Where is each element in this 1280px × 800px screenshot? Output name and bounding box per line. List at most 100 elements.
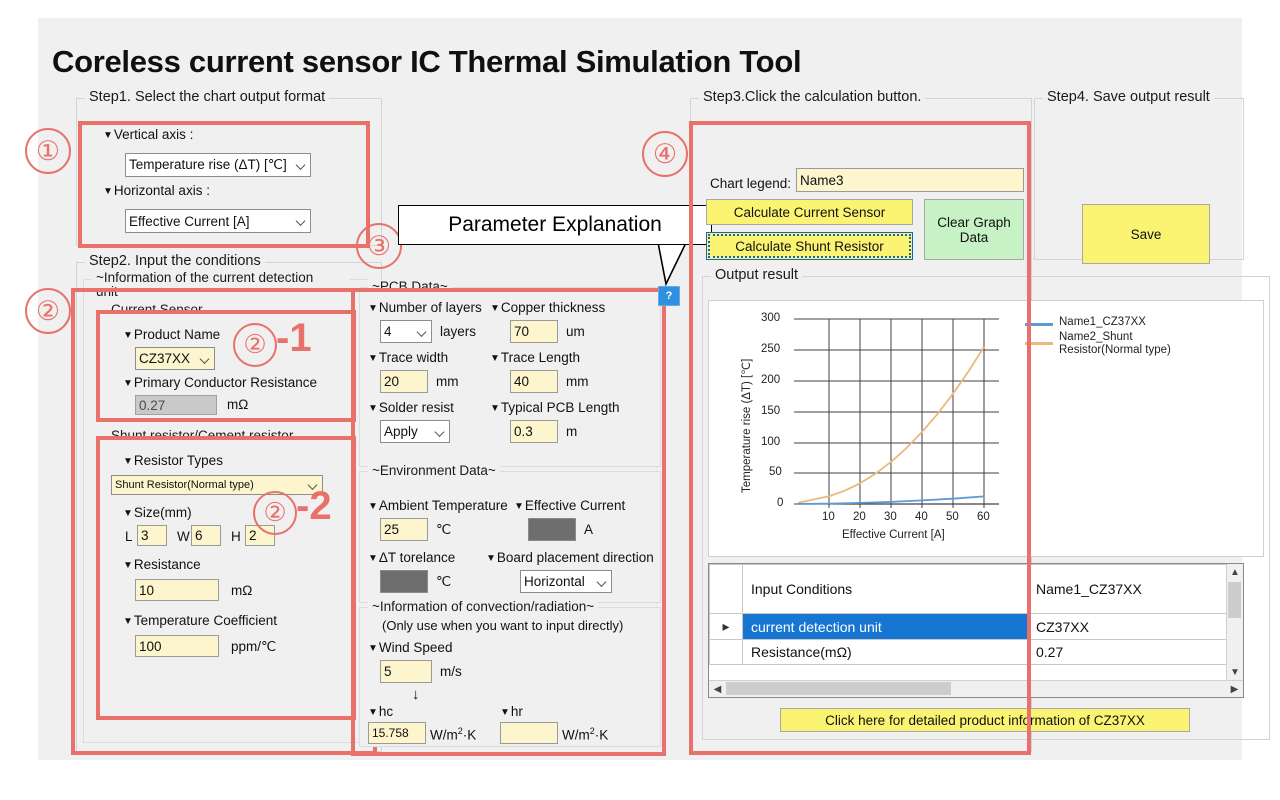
calculate-current-sensor-button[interactable]: Calculate Current Sensor bbox=[706, 199, 913, 225]
trace-width-value: 20 bbox=[384, 374, 400, 389]
hc-value: 15.758 bbox=[372, 726, 409, 740]
size-l-input[interactable]: 3 bbox=[137, 525, 167, 546]
trace-length-input[interactable]: 40 bbox=[510, 370, 558, 393]
resistor-types-label: Resistor Types bbox=[123, 453, 223, 468]
product-detail-link-button[interactable]: Click here for detailed product informat… bbox=[780, 708, 1190, 732]
trace-length-label: Trace Length bbox=[490, 350, 580, 365]
horizontal-axis-value: Effective Current [A] bbox=[129, 213, 250, 229]
table-header-row: Input Conditions Name1_CZ37XX bbox=[709, 564, 1235, 614]
hc-input[interactable]: 15.758 bbox=[368, 722, 426, 744]
chart-ytick-250: 250 bbox=[761, 343, 781, 355]
layers-unit: layers bbox=[440, 324, 477, 339]
horizontal-axis-select[interactable]: Effective Current [A] bbox=[125, 209, 311, 233]
row-label[interactable]: current detection unit bbox=[742, 613, 1028, 640]
chart-xtick-10: 10 bbox=[822, 511, 835, 523]
table-horizontal-scrollbar[interactable]: ◀ ▶ bbox=[709, 680, 1243, 697]
ambient-value: 25 bbox=[384, 522, 400, 537]
vertical-axis-label: Vertical axis : bbox=[103, 127, 194, 142]
scroll-left-icon[interactable]: ◀ bbox=[709, 681, 726, 697]
chart-ytick-50: 50 bbox=[769, 466, 782, 478]
chart-legend-label: Chart legend: bbox=[710, 176, 792, 191]
copper-unit: um bbox=[566, 324, 585, 339]
environment-caption: ~Environment Data~ bbox=[368, 463, 500, 478]
chart-xtick-60: 60 bbox=[977, 511, 990, 523]
resistance-label: Resistance bbox=[123, 557, 201, 572]
vertical-axis-value: Temperature rise (ΔT) [℃] bbox=[129, 157, 287, 172]
scroll-down-icon[interactable]: ▼ bbox=[1227, 664, 1243, 681]
chart-xlabel: Effective Current [A] bbox=[842, 529, 945, 541]
chevron-down-icon bbox=[297, 217, 306, 226]
dt-tolerance-label: ΔT torelance bbox=[368, 550, 455, 565]
chart-xtick-40: 40 bbox=[915, 511, 928, 523]
row-value[interactable]: 0.27 bbox=[1027, 639, 1235, 665]
pcb-data-group: ~PCB Data~ Number of layers 4 layers Cop… bbox=[359, 279, 661, 467]
calculate-shunt-resistor-button[interactable]: Calculate Shunt Resistor bbox=[706, 232, 913, 260]
shunt-caption: Shunt resistor/Cement resistor bbox=[107, 428, 298, 443]
legend-swatch-2 bbox=[1025, 342, 1053, 345]
board-direction-select[interactable]: Horizontal bbox=[520, 570, 612, 593]
tempco-label: Temperature Coefficient bbox=[123, 613, 277, 628]
size-l-label: L bbox=[125, 529, 133, 544]
vertical-scroll-thumb[interactable] bbox=[1228, 582, 1241, 618]
pcb-length-label: Typical PCB Length bbox=[490, 400, 620, 415]
pcb-caption: ~PCB Data~ bbox=[368, 279, 452, 294]
annotation-marker-2-2: ② bbox=[253, 491, 297, 535]
scroll-up-icon[interactable]: ▲ bbox=[1227, 564, 1243, 581]
vertical-axis-select[interactable]: Temperature rise (ΔT) [℃] bbox=[125, 153, 311, 177]
output-table[interactable]: Input Conditions Name1_CZ37XX ▸ current … bbox=[708, 563, 1244, 698]
primary-resistance-label: Primary Conductor Resistance bbox=[123, 375, 317, 390]
table-row[interactable]: ▸ current detection unit CZ37XX bbox=[709, 613, 1235, 640]
resistor-types-select[interactable]: Shunt Resistor(Normal type) bbox=[111, 475, 323, 495]
chart-legend-value: Name3 bbox=[800, 172, 844, 188]
annotation-marker-3: ③ bbox=[356, 223, 402, 269]
row-marker bbox=[709, 639, 743, 665]
product-name-select[interactable]: CZ37XX bbox=[135, 347, 215, 370]
chart-xticks-marks bbox=[828, 504, 985, 508]
layers-select[interactable]: 4 bbox=[380, 320, 432, 343]
copper-input[interactable]: 70 bbox=[510, 320, 558, 343]
copper-label: Copper thickness bbox=[490, 300, 605, 315]
annotation-marker-2: ② bbox=[25, 288, 71, 334]
scroll-right-icon[interactable]: ▶ bbox=[1226, 681, 1243, 697]
tempco-input[interactable]: 100 bbox=[135, 635, 219, 657]
trace-length-unit: mm bbox=[566, 374, 589, 389]
product-name-label: Product Name bbox=[123, 327, 220, 342]
size-w-input[interactable]: 6 bbox=[191, 525, 221, 546]
table-header-name1: Name1_CZ37XX bbox=[1027, 564, 1235, 614]
chevron-down-icon bbox=[436, 427, 445, 436]
horizontal-scroll-thumb[interactable] bbox=[726, 682, 951, 695]
ambient-unit: ℃ bbox=[436, 522, 452, 537]
chart-legend-input[interactable]: Name3 bbox=[796, 168, 1024, 192]
clear-graph-data-button[interactable]: Clear Graph Data bbox=[924, 199, 1024, 260]
step3-caption: Step3.Click the calculation button. bbox=[699, 89, 926, 105]
size-w-label: W bbox=[177, 529, 190, 544]
row-label[interactable]: Resistance(mΩ) bbox=[742, 639, 1028, 665]
product-name-value: CZ37XX bbox=[139, 351, 191, 366]
table-vertical-scrollbar[interactable]: ▲ ▼ bbox=[1226, 564, 1243, 681]
chevron-down-icon bbox=[201, 354, 210, 363]
hr-input[interactable] bbox=[500, 722, 558, 744]
layers-value: 4 bbox=[384, 324, 392, 339]
table-header-rowmarker bbox=[709, 564, 743, 614]
wind-speed-input[interactable]: 5 bbox=[380, 660, 432, 683]
layers-label: Number of layers bbox=[368, 300, 482, 315]
pcb-length-input[interactable]: 0.3 bbox=[510, 420, 558, 443]
resistance-input[interactable]: 10 bbox=[135, 579, 219, 601]
hr-unit-base: W/m bbox=[562, 727, 590, 743]
table-row[interactable]: Resistance(mΩ) 0.27 bbox=[709, 639, 1235, 665]
trace-width-input[interactable]: 20 bbox=[380, 370, 428, 393]
row-value[interactable]: CZ37XX bbox=[1027, 613, 1235, 640]
ambient-label: Ambient Temperature bbox=[368, 498, 508, 513]
solder-resist-value: Apply bbox=[384, 424, 418, 439]
solder-resist-select[interactable]: Apply bbox=[380, 420, 450, 443]
trace-length-value: 40 bbox=[514, 374, 530, 389]
application-window: Coreless current sensor IC Thermal Simul… bbox=[25, 18, 1270, 760]
hc-label: hc bbox=[368, 704, 393, 719]
save-button[interactable]: Save bbox=[1082, 204, 1210, 264]
page-title: Coreless current sensor IC Thermal Simul… bbox=[52, 44, 802, 79]
size-label: Size(mm) bbox=[123, 505, 192, 520]
pcb-length-value: 0.3 bbox=[514, 424, 533, 439]
tempco-value: 100 bbox=[139, 638, 162, 654]
down-arrow-icon: ↓ bbox=[412, 686, 420, 703]
ambient-input[interactable]: 25 bbox=[380, 518, 428, 541]
